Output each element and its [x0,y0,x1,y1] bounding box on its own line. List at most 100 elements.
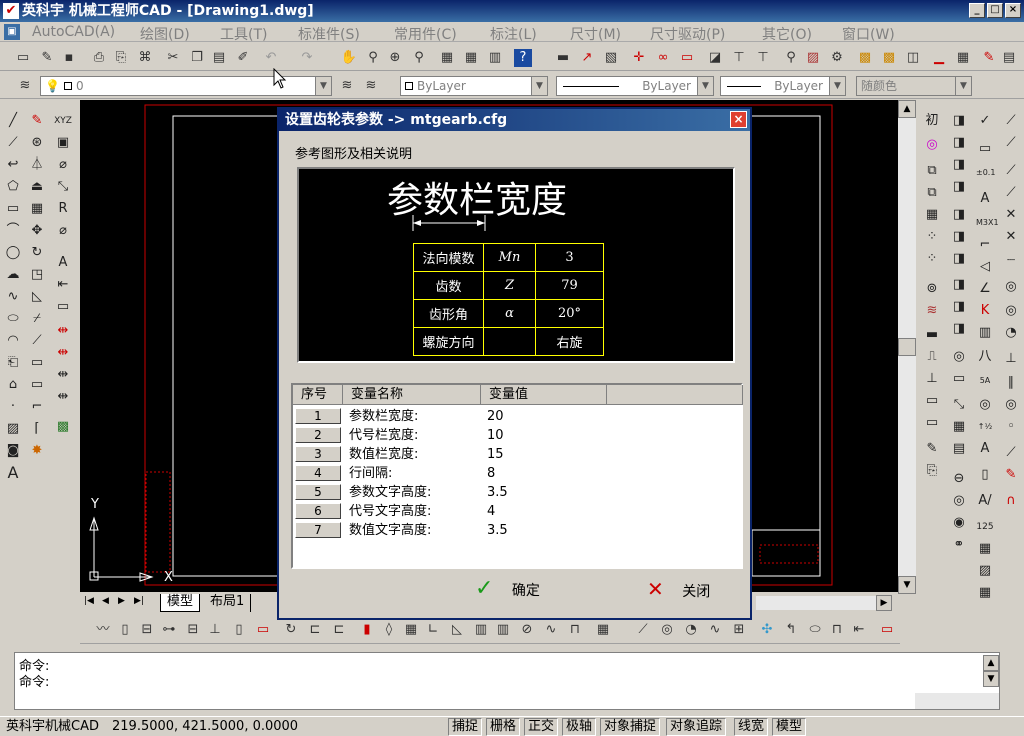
row-value[interactable]: 15 [487,445,504,464]
scale-icon[interactable]: ◳ [28,266,46,284]
linetype-select[interactable]: ByLayer ▼ [556,76,714,96]
publish-icon[interactable]: ⌘ [136,49,154,67]
save-icon[interactable]: ▪ [60,49,78,67]
part-lib-icon[interactable]: ▩ [856,49,874,67]
bar-m-icon[interactable]: ▦ [402,621,420,639]
dim-diameter-2-icon[interactable]: ⌀ [54,222,72,240]
eight-icon[interactable]: 八 [976,348,994,366]
search-icon[interactable]: ⚲ [782,49,800,67]
bar-b-icon[interactable]: ⊟ [138,621,156,639]
edit-g-icon[interactable]: ┈ [1002,252,1020,270]
dim-aligned-icon[interactable]: ⤡ [54,178,72,196]
table-row[interactable]: 2 代号栏宽度: 10 [293,426,743,445]
circle-mark-icon[interactable]: ◎ [923,136,941,154]
line-icon[interactable]: ╱ [4,112,22,130]
ellipse-arc-icon[interactable]: ◠ [4,332,22,350]
tool-palette-icon[interactable]: ▥ [486,49,504,67]
chevron-down-icon[interactable]: ▼ [697,77,713,95]
edit-o-icon[interactable]: ⟋ [1002,444,1020,462]
chamfer-icon[interactable]: ⌐ [28,398,46,416]
edit-m-icon[interactable]: ◎ [1002,396,1020,414]
rect-break-icon[interactable]: ▭ [678,49,696,67]
dim-style-icon[interactable]: ▩ [54,418,72,436]
array-icon[interactable]: ▦ [28,200,46,218]
dim-diameter-icon[interactable]: ⌀ [54,156,72,174]
make-block-icon[interactable]: ⌂ [4,376,22,394]
dim-linear-icon[interactable]: ▣ [54,134,72,152]
box-icon[interactable]: ▭ [976,140,994,158]
bar-t-icon[interactable]: ⊓ [566,621,584,639]
row-value[interactable]: 10 [487,426,504,445]
dim-ordinate-icon[interactable]: ⇹ [54,366,72,384]
doc-icon[interactable]: ▯ [976,466,994,484]
table-row[interactable]: 4 行间隔: 8 [293,464,743,483]
minimize-button[interactable]: _ [969,3,985,18]
arc-icon[interactable]: ⌒ [4,222,22,240]
bar-g-icon[interactable]: ▭ [254,621,272,639]
ellipse-icon[interactable]: ⬭ [4,310,22,328]
command-window[interactable]: 命令: 命令: ▲ ▼ [14,652,1000,710]
region-icon[interactable]: ◙ [4,442,22,460]
toggle-osnap[interactable]: 对象捕捉 [600,718,661,736]
bar-ae-icon[interactable]: ⇤ [850,621,868,639]
paste-icon[interactable]: ▤ [210,49,228,67]
table-2-icon[interactable]: ▦ [976,540,994,558]
thread-icon[interactable]: ▥ [976,324,994,342]
edit-f-icon[interactable]: ✕ [1002,228,1020,246]
bar-f-icon[interactable]: ▯ [230,621,248,639]
init-icon[interactable]: 初 [923,112,941,130]
edit-a-icon[interactable]: ⟋ [1002,112,1020,130]
ray-icon[interactable]: ⟋ [4,134,22,152]
nut-icon[interactable]: ▭ [923,414,941,432]
bar-r-icon[interactable]: ⊘ [518,621,536,639]
offset-icon[interactable]: ⏏ [28,178,46,196]
scroll-down-icon[interactable]: ▼ [898,576,916,594]
dim-arrow-icon[interactable]: ⇤ [54,276,72,294]
redo-icon[interactable]: ↷ [298,49,316,67]
make-current-layer-icon[interactable]: ≋ [338,77,356,95]
target-icon[interactable]: ◎ [950,348,968,366]
open-file-icon[interactable]: ✎ [38,49,56,67]
bar-ac-icon[interactable]: ⬭ [806,621,824,639]
table-row[interactable]: 5 参数文字高度: 3.5 [293,483,743,502]
tab-next-icon[interactable]: ▶ [118,596,125,606]
angle-icon[interactable]: ⌐ [976,236,994,254]
layer-previous-icon[interactable]: ≋ [362,77,380,95]
toggle-otrack[interactable]: 对象追踪 [666,718,727,736]
slope-icon[interactable]: ∠ [976,280,994,298]
bar-d-icon[interactable]: ⊟ [184,621,202,639]
fillet-icon[interactable]: ⌈ [28,420,46,438]
detail-8-icon[interactable]: ◨ [950,276,968,294]
brush-icon[interactable]: ✎ [980,49,998,67]
pan-icon[interactable]: ✋ [340,49,358,67]
layer-manager-icon[interactable]: ≋ [16,77,34,95]
edit-c-icon[interactable]: ⟋ [1002,162,1020,180]
table-icon[interactable]: ▦ [954,49,972,67]
dim-base-icon[interactable]: ▭ [54,298,72,316]
scroll-up-icon[interactable]: ▲ [898,100,916,118]
chevron-down-icon[interactable]: ▼ [531,77,547,95]
explode-icon[interactable]: ✸ [28,442,46,460]
edit-j-icon[interactable]: ◔ [1002,324,1020,342]
bar-ad-icon[interactable]: ⊓ [828,621,846,639]
trim-icon[interactable]: ⌿ [28,310,46,328]
menu-size-drive[interactable]: 尺寸驱动(P) [650,24,725,44]
tab-prev-icon[interactable]: ◀ [102,596,109,606]
menu-tools[interactable]: 工具(T) [220,24,267,44]
edit-q-icon[interactable]: ∩ [1002,492,1020,510]
k-icon[interactable]: K [976,302,994,320]
menu-draw[interactable]: 绘图(D) [140,24,190,44]
menu-dimension[interactable]: 标注(L) [490,24,537,44]
bar-h-icon[interactable]: ↻ [282,621,300,639]
toggle-polar[interactable]: 极轴 [562,718,597,736]
bar-q-icon[interactable]: ▥ [494,621,512,639]
grid-5-icon[interactable]: ▦ [976,584,994,602]
tool-g-icon[interactable]: ⚭ [950,536,968,554]
fraction-icon[interactable]: ↑¹⁄₂ [976,418,994,436]
row-number-button[interactable]: 3 [295,446,341,462]
dim-a-icon[interactable]: A [976,190,994,208]
xyz-icon[interactable]: XYZ [54,112,72,130]
tool-c-icon[interactable]: ▤ [950,440,968,458]
arrow-line-icon[interactable]: ↗ [578,49,596,67]
spline-icon[interactable]: ∿ [4,288,22,306]
